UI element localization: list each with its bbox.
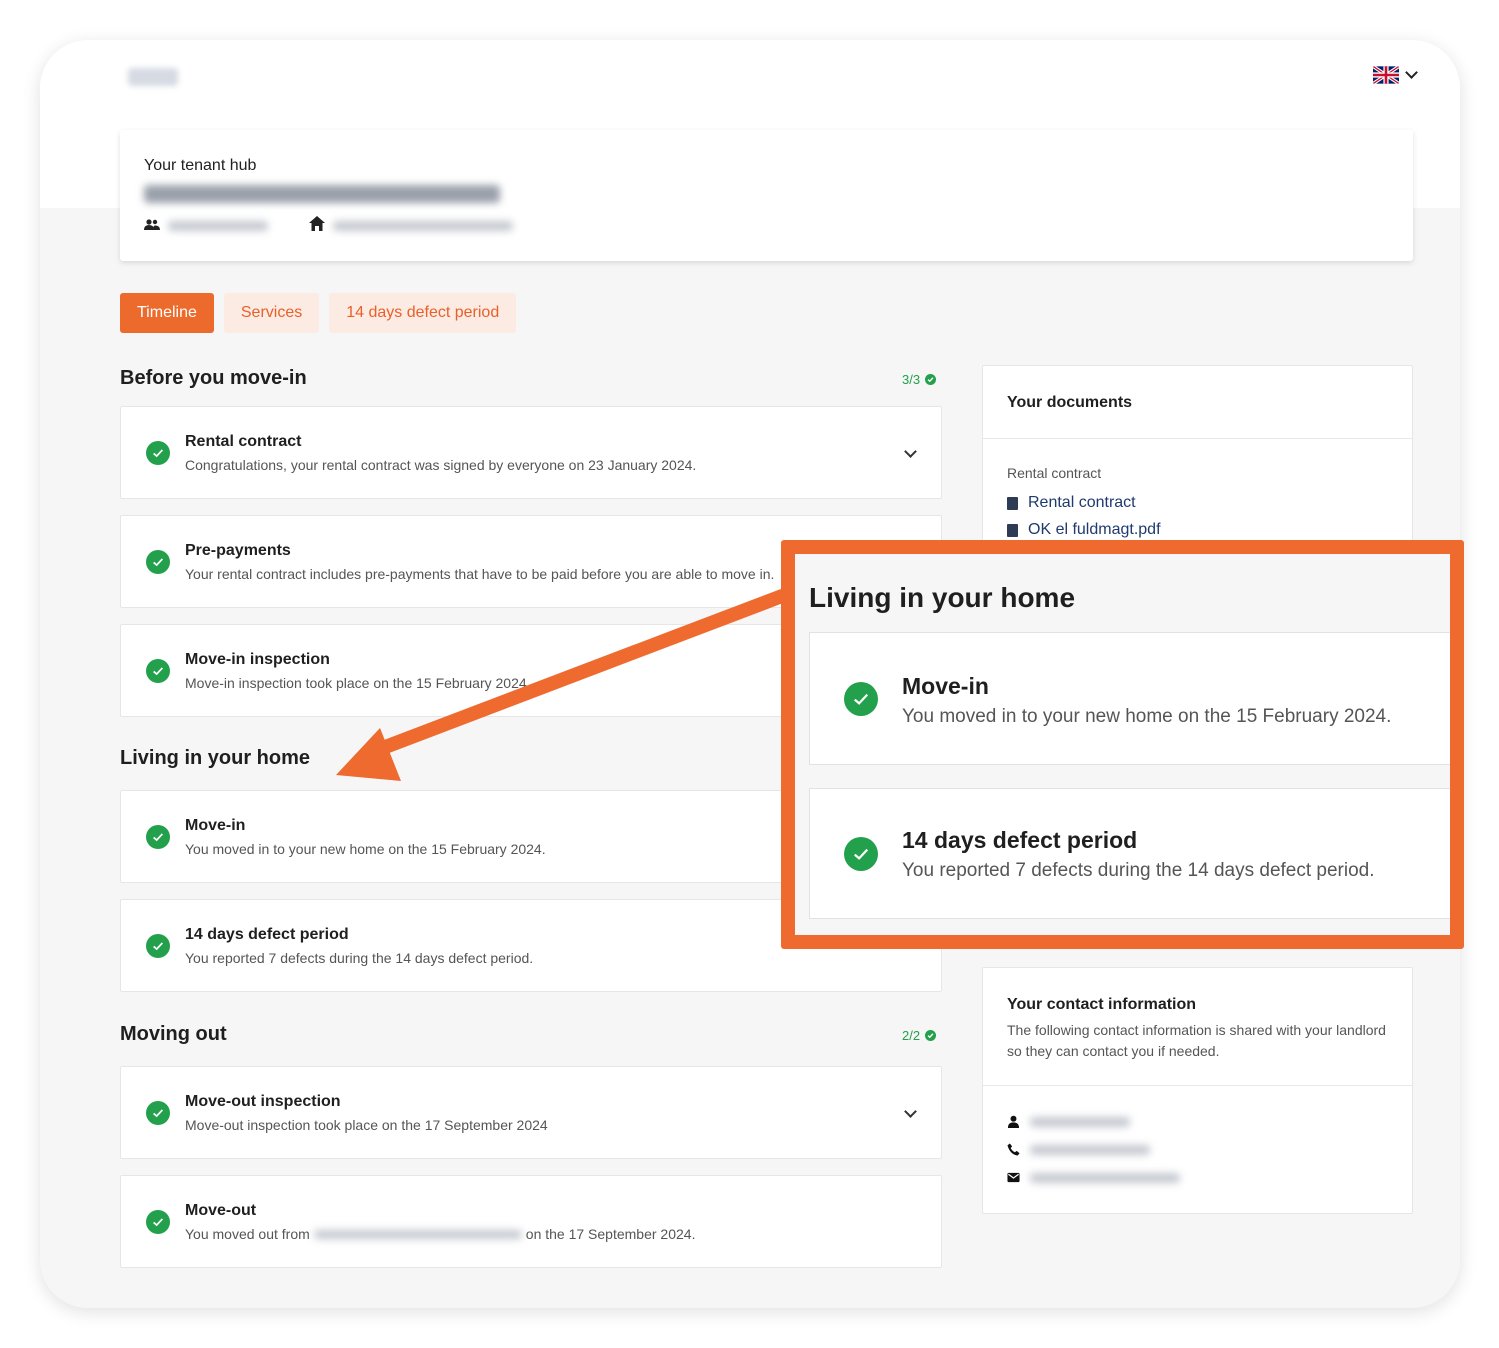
item-title: Move-out inspection <box>185 1093 341 1110</box>
check-icon <box>146 825 170 849</box>
check-icon <box>146 441 170 465</box>
move-out-desc-prefix: You moved out from <box>185 1226 310 1242</box>
item-desc: You moved out from on the 17 September 2… <box>185 1226 695 1242</box>
contact-title: Your contact information <box>1007 996 1197 1013</box>
documents-title: Your documents <box>1007 394 1133 411</box>
contact-email-blurred <box>1030 1172 1180 1183</box>
divider <box>983 438 1412 439</box>
check-icon <box>844 837 878 871</box>
callout-title: Living in your home <box>809 582 1076 613</box>
document-link-label: OK el fuldmagt.pdf <box>1028 521 1161 538</box>
chevron-down-icon[interactable] <box>904 1105 917 1118</box>
item-desc: Move-out inspection took place on the 17… <box>185 1117 548 1133</box>
user-icon <box>1007 1115 1020 1128</box>
item-desc: You reported 7 defects during the 14 day… <box>185 950 534 966</box>
check-circle-icon <box>925 374 937 385</box>
contact-name-blurred <box>1030 1116 1130 1127</box>
timeline-item-move-out-inspection[interactable]: Move-out inspection Move-out inspection … <box>120 1066 942 1159</box>
item-title: Pre-payments <box>185 542 291 559</box>
contact-description: The following contact information is sha… <box>1007 1022 1386 1059</box>
check-icon <box>146 1101 170 1125</box>
document-link-rental-contract[interactable]: Rental contract <box>1007 494 1136 512</box>
contact-email-row <box>1007 1171 1180 1184</box>
phone-icon <box>1007 1143 1020 1156</box>
moving-out-count: 2/2 <box>902 1028 921 1043</box>
check-icon <box>146 659 170 683</box>
callout-item-defect-period: 14 days defect period You reported 7 def… <box>809 788 1450 919</box>
section-title-moving-out: Moving out <box>120 1023 227 1045</box>
tab-services[interactable]: Services <box>223 293 320 333</box>
item-desc: Congratulations, your rental contract wa… <box>185 457 697 473</box>
item-desc: Move-in inspection took place on the 15 … <box>185 675 531 691</box>
callout-item-desc: You reported 7 defects during the 14 day… <box>902 860 1375 881</box>
item-title: 14 days defect period <box>185 926 349 943</box>
before-progress: 3/3 <box>902 372 937 387</box>
tab-defect-period[interactable]: 14 days defect period <box>329 293 517 333</box>
lease-period-blurred <box>333 221 513 231</box>
tenant-name-blurred <box>168 221 268 231</box>
item-title: Move-in inspection <box>185 651 330 668</box>
section-title-living: Living in your home <box>120 747 311 769</box>
item-desc: You moved in to your new home on the 15 … <box>185 841 546 857</box>
callout-item-move-in: Move-in You moved in to your new home on… <box>809 632 1450 765</box>
check-icon <box>844 682 878 716</box>
document-link-label: Rental contract <box>1028 494 1136 511</box>
address-blurred <box>313 1229 522 1239</box>
documents-panel: Your documents Rental contract Rental co… <box>982 365 1413 550</box>
address-blurred <box>144 185 500 203</box>
file-icon <box>1007 523 1018 537</box>
item-title: Move-out <box>185 1202 257 1219</box>
item-desc: Your rental contract includes pre-paymen… <box>185 566 775 582</box>
users-icon <box>144 218 160 234</box>
home-icon <box>309 216 325 234</box>
contact-phone-row <box>1007 1143 1150 1156</box>
language-selector[interactable] <box>1373 66 1418 84</box>
zoom-callout: Living in your home Move-in You moved in… <box>781 540 1464 949</box>
contact-panel: Your contact information The following c… <box>982 967 1413 1214</box>
moving-out-progress: 2/2 <box>902 1028 937 1043</box>
check-icon <box>146 934 170 958</box>
mail-icon <box>1007 1172 1020 1183</box>
callout-item-desc: You moved in to your new home on the 15 … <box>902 706 1392 727</box>
timeline-item-rental-contract[interactable]: Rental contract Congratulations, your re… <box>120 406 942 499</box>
tab-timeline[interactable]: Timeline <box>120 293 214 333</box>
tenant-hub-card: Your tenant hub <box>120 130 1413 261</box>
callout-item-title: 14 days defect period <box>902 827 1138 853</box>
chevron-down-icon[interactable] <box>904 445 917 458</box>
section-title-before: Before you move-in <box>120 367 307 389</box>
item-title: Rental contract <box>185 433 302 450</box>
callout-item-title: Move-in <box>902 673 989 699</box>
document-link-ok-el-fuldmagt[interactable]: OK el fuldmagt.pdf <box>1007 521 1161 539</box>
divider <box>983 1085 1412 1086</box>
documents-group-label: Rental contract <box>1007 465 1102 481</box>
before-count: 3/3 <box>902 372 921 387</box>
timeline-item-move-out[interactable]: Move-out You moved out from on the 17 Se… <box>120 1175 942 1268</box>
tab-bar: Timeline Services 14 days defect period <box>120 293 517 333</box>
check-icon <box>146 1210 170 1234</box>
check-circle-icon <box>925 1030 937 1041</box>
contact-name-row <box>1007 1115 1130 1128</box>
uk-flag-icon <box>1373 66 1399 84</box>
hub-title: Your tenant hub <box>144 157 257 174</box>
check-icon <box>146 550 170 574</box>
item-title: Move-in <box>185 817 246 834</box>
contact-phone-blurred <box>1030 1144 1150 1155</box>
move-out-desc-suffix: on the 17 September 2024. <box>525 1226 696 1242</box>
chevron-down-icon <box>1405 66 1418 79</box>
logo-blurred <box>128 68 178 86</box>
file-icon <box>1007 496 1018 510</box>
